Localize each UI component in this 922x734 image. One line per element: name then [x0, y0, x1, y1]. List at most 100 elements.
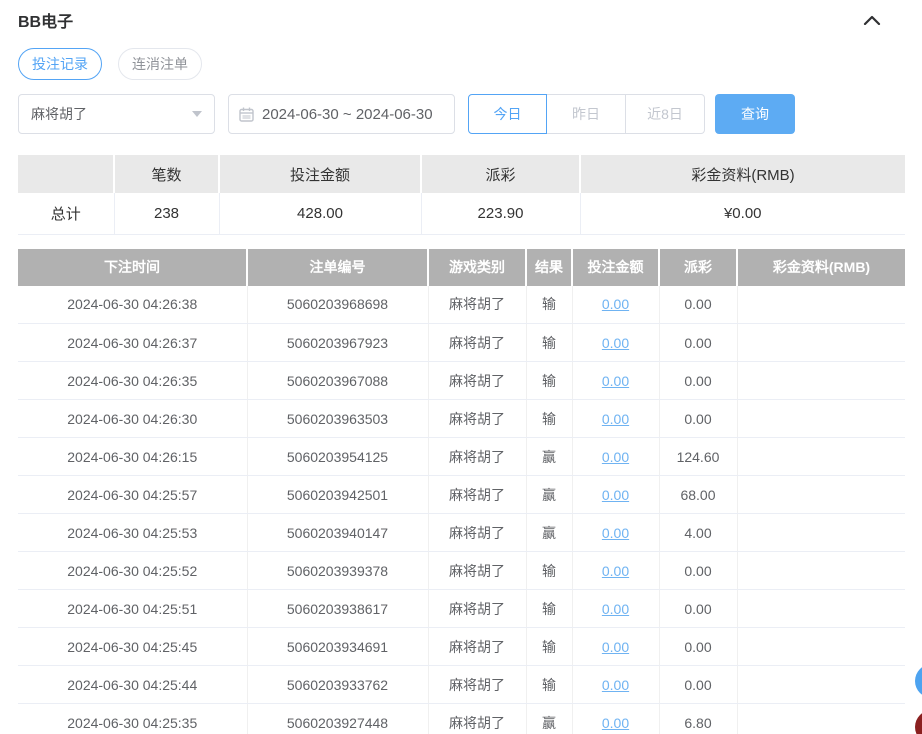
quick-range-group: 今日 昨日 近8日	[468, 94, 705, 134]
tab-cancelled-orders[interactable]: 连消注单	[118, 48, 202, 80]
cell-result: 输	[526, 589, 573, 628]
cell-bonus	[737, 361, 905, 400]
cell-bet-time: 2024-06-30 04:26:15	[18, 437, 248, 476]
cell-bet-time: 2024-06-30 04:25:52	[18, 551, 248, 590]
cell-bet-amount: 0.00	[572, 513, 660, 552]
bet-amount-link[interactable]: 0.00	[602, 411, 629, 427]
cell-bonus	[737, 627, 905, 666]
col-order-id: 注单编号	[247, 248, 429, 286]
col-bet-time: 下注时间	[18, 248, 248, 286]
summary-total-row: 总计 238 428.00 223.90 ¥0.00	[18, 193, 905, 235]
bet-amount-link[interactable]: 0.00	[602, 296, 629, 312]
cell-game-type: 麻将胡了	[428, 589, 527, 628]
summary-header-row: 笔数 投注金额 派彩 彩金资料(RMB)	[18, 155, 905, 193]
cell-payout: 0.00	[659, 627, 738, 666]
cell-payout: 6.80	[659, 703, 738, 734]
cell-bet-time: 2024-06-30 04:26:35	[18, 361, 248, 400]
cell-payout: 0.00	[659, 589, 738, 628]
summary-total-count: 238	[114, 193, 220, 235]
tab-bet-records[interactable]: 投注记录	[18, 48, 102, 80]
chevron-up-icon	[863, 15, 881, 25]
col-payout: 派彩	[659, 248, 738, 286]
cell-order-id: 5060203939378	[247, 551, 429, 590]
table-row: 2024-06-30 04:26:35 5060203967088 麻将胡了输 0.0…	[18, 361, 905, 400]
quick-range-yesterday[interactable]: 昨日	[547, 94, 626, 134]
cell-bonus	[737, 399, 905, 438]
bet-amount-link[interactable]: 0.00	[602, 601, 629, 617]
bet-amount-link[interactable]: 0.00	[602, 715, 629, 731]
cell-result: 输	[526, 665, 573, 704]
cell-result: 赢	[526, 475, 573, 514]
cell-bet-amount: 0.00	[572, 627, 660, 666]
quick-range-today[interactable]: 今日	[468, 94, 547, 134]
cell-result: 赢	[526, 703, 573, 734]
table-row: 2024-06-30 04:25:45 5060203934691 麻将胡了输 0.0…	[18, 627, 905, 666]
summary-col-empty	[18, 155, 115, 193]
cell-bet-amount: 0.00	[572, 665, 660, 704]
cell-result: 输	[526, 551, 573, 590]
summary-total-label: 总计	[18, 193, 115, 235]
cell-order-id: 5060203934691	[247, 627, 429, 666]
bet-amount-link[interactable]: 0.00	[602, 639, 629, 655]
table-row: 2024-06-30 04:25:51 5060203938617 麻将胡了输 0.0…	[18, 589, 905, 628]
cell-order-id: 5060203938617	[247, 589, 429, 628]
cell-payout: 0.00	[659, 361, 738, 400]
cell-payout: 4.00	[659, 513, 738, 552]
cell-bonus	[737, 475, 905, 514]
game-select[interactable]: 麻将胡了	[18, 94, 215, 134]
cell-order-id: 5060203954125	[247, 437, 429, 476]
cell-order-id: 5060203967923	[247, 323, 429, 362]
cell-bet-amount: 0.00	[572, 437, 660, 476]
panel-header: BB电子	[18, 8, 905, 32]
cell-result: 赢	[526, 513, 573, 552]
cell-payout: 0.00	[659, 665, 738, 704]
cell-payout: 0.00	[659, 285, 738, 324]
table-row: 2024-06-30 04:26:30 5060203963503 麻将胡了输 0.0…	[18, 399, 905, 438]
cell-bet-time: 2024-06-30 04:25:45	[18, 627, 248, 666]
cell-bet-amount: 0.00	[572, 475, 660, 514]
cell-bonus	[737, 665, 905, 704]
table-row: 2024-06-30 04:25:35 5060203927448 麻将胡了赢 0.0…	[18, 703, 905, 734]
bet-amount-link[interactable]: 0.00	[602, 373, 629, 389]
cell-bet-time: 2024-06-30 04:26:30	[18, 399, 248, 438]
bet-amount-link[interactable]: 0.00	[602, 563, 629, 579]
table-row: 2024-06-30 04:26:38 5060203968698 麻将胡了输 0.0…	[18, 285, 905, 324]
bet-amount-link[interactable]: 0.00	[602, 487, 629, 503]
collapse-button[interactable]	[861, 13, 883, 27]
summary-col-count: 笔数	[114, 155, 220, 193]
cell-order-id: 5060203940147	[247, 513, 429, 552]
cell-payout: 124.60	[659, 437, 738, 476]
table-row: 2024-06-30 04:25:52 5060203939378 麻将胡了输 0.0…	[18, 551, 905, 590]
bet-amount-link[interactable]: 0.00	[602, 335, 629, 351]
summary-table: 笔数 投注金额 派彩 彩金资料(RMB) 总计 238 428.00 223.9…	[18, 155, 905, 235]
cell-bet-time: 2024-06-30 04:25:53	[18, 513, 248, 552]
cell-game-type: 麻将胡了	[428, 323, 527, 362]
cell-order-id: 5060203927448	[247, 703, 429, 734]
cell-result: 输	[526, 399, 573, 438]
cell-result: 输	[526, 285, 573, 324]
cell-bonus	[737, 551, 905, 590]
cell-result: 输	[526, 627, 573, 666]
cell-game-type: 麻将胡了	[428, 703, 527, 734]
cell-result: 输	[526, 361, 573, 400]
cell-bet-amount: 0.00	[572, 323, 660, 362]
cell-bet-time: 2024-06-30 04:25:51	[18, 589, 248, 628]
table-row: 2024-06-30 04:26:37 5060203967923 麻将胡了输 0.0…	[18, 323, 905, 362]
search-button[interactable]: 查询	[715, 94, 795, 134]
bet-amount-link[interactable]: 0.00	[602, 525, 629, 541]
cell-game-type: 麻将胡了	[428, 285, 527, 324]
cell-order-id: 5060203933762	[247, 665, 429, 704]
cell-bonus	[737, 285, 905, 324]
cell-payout: 0.00	[659, 323, 738, 362]
cell-order-id: 5060203968698	[247, 285, 429, 324]
summary-total-payout: 223.90	[421, 193, 581, 235]
date-range-input[interactable]: 2024-06-30 ~ 2024-06-30	[228, 94, 455, 134]
cell-bet-amount: 0.00	[572, 361, 660, 400]
bet-amount-link[interactable]: 0.00	[602, 449, 629, 465]
bet-amount-link[interactable]: 0.00	[602, 677, 629, 693]
quick-range-last8days[interactable]: 近8日	[626, 94, 705, 134]
cell-bet-amount: 0.00	[572, 703, 660, 734]
cell-game-type: 麻将胡了	[428, 475, 527, 514]
cell-bet-time: 2024-06-30 04:25:57	[18, 475, 248, 514]
col-result: 结果	[526, 248, 573, 286]
